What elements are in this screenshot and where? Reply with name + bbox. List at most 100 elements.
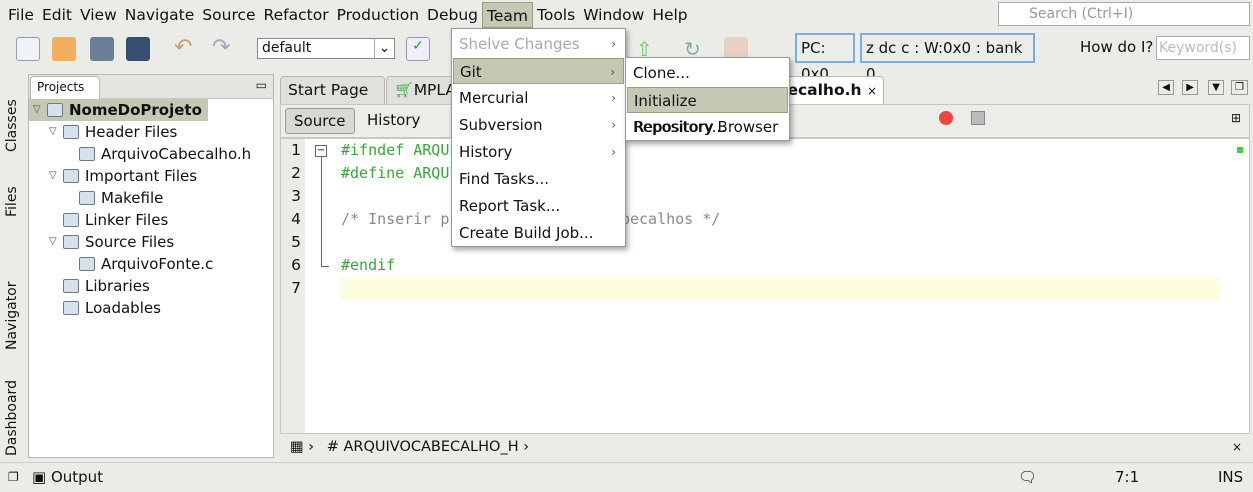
tree-item[interactable]: ▽ Important Files — [49, 165, 197, 187]
navigator-tab[interactable]: Navigator — [4, 281, 20, 350]
macro-icon: # — [326, 439, 339, 455]
menu-window[interactable]: Window — [579, 2, 648, 28]
menu-item-find-tasks[interactable]: Find Tasks... — [453, 166, 624, 192]
menu-production[interactable]: Production — [333, 2, 423, 28]
restore-icon[interactable]: ❐ — [1231, 80, 1248, 95]
menu-item-clone[interactable]: Clone... — [627, 60, 788, 86]
split-icon[interactable]: ⊞ — [1231, 111, 1241, 125]
menu-edit[interactable]: Edit — [38, 2, 76, 28]
menu-view[interactable]: View — [76, 2, 121, 28]
menu-item-label: Find Tasks... — [459, 170, 549, 188]
code-line: #endif — [341, 256, 396, 274]
expand-triangle-icon[interactable]: ▽ — [49, 165, 63, 187]
menu-item-initialize-repository[interactable]: Initialize Repository... — [627, 87, 788, 136]
redo-icon[interactable]: ↷ — [212, 37, 236, 61]
fold-line — [321, 157, 329, 267]
menu-item-mercurial[interactable]: Mercurial › — [453, 85, 624, 111]
dashboard-tab[interactable]: Dashboard — [4, 380, 20, 456]
stop-icon[interactable] — [971, 111, 985, 125]
build-icon[interactable]: ✓ — [406, 37, 430, 61]
folder-icon — [63, 301, 79, 315]
status-ok-marker — [1237, 147, 1243, 153]
menu-item-label: Git — [460, 63, 482, 81]
close-icon[interactable]: × — [1232, 436, 1242, 458]
fold-icon[interactable]: − — [315, 145, 327, 157]
expand-triangle-icon[interactable]: ▽ — [33, 99, 47, 121]
tree-item-label: Makefile — [101, 189, 164, 207]
source-button[interactable]: Source — [285, 108, 355, 134]
menu-debug[interactable]: Debug — [423, 2, 482, 28]
configuration-select[interactable]: default ⌄ — [257, 38, 395, 59]
menu-item-label: History — [459, 143, 513, 161]
scroll-left-icon[interactable]: ◀ — [1158, 80, 1174, 95]
menu-item-label: Clone... — [633, 64, 690, 82]
classes-tab[interactable]: Classes — [4, 99, 20, 152]
tree-item[interactable]: ArquivoCabecalho.h — [65, 143, 251, 165]
tree-item[interactable]: ▽ NomeDoProjeto — [29, 99, 208, 121]
menu-item-label: Create Build Job... — [459, 224, 594, 242]
record-icon[interactable] — [939, 111, 953, 125]
folder-icon — [63, 213, 79, 227]
menu-item-label: Repository Browser — [633, 118, 779, 136]
tree-item[interactable]: Linker Files — [49, 209, 168, 231]
menu-navigate[interactable]: Navigate — [121, 2, 199, 28]
files-tab[interactable]: Files — [4, 186, 20, 217]
tab-label: Start Page — [288, 81, 369, 99]
projects-tab-bar: Projects × ▭ — [29, 75, 273, 114]
restore-icon: ❐ — [8, 470, 19, 484]
folder-icon — [63, 279, 79, 293]
new-file-icon[interactable] — [16, 37, 40, 61]
notifications-icon[interactable]: 🗨︎ — [1018, 463, 1037, 491]
expand-triangle-icon[interactable]: ▽ — [49, 231, 63, 253]
undo-icon[interactable]: ↶ — [174, 37, 198, 61]
projects-tab[interactable]: Projects × — [30, 76, 100, 114]
line-number: 4 — [291, 210, 301, 228]
menu-file[interactable]: File — [4, 2, 38, 28]
tree-item[interactable]: ▽ Source Files — [49, 231, 174, 253]
tree-item[interactable]: ArquivoFonte.c — [65, 253, 213, 275]
history-button[interactable]: History — [367, 108, 420, 134]
output-tab[interactable]: ▣ Output — [32, 463, 103, 491]
tree-item-label: ArquivoFonte.c — [101, 255, 214, 273]
tree-item[interactable]: Loadables — [49, 297, 161, 319]
menu-item-shelve-changes[interactable]: Shelve Changes › — [453, 31, 624, 57]
tab-list-icon[interactable]: ▼ — [1208, 80, 1224, 95]
menu-item-history[interactable]: History › — [453, 139, 624, 165]
code-area[interactable]: 1234567 − #ifndef ARQUIVOCABECALHO_H#def… — [280, 138, 1250, 434]
menu-item-git[interactable]: Git › — [453, 58, 624, 84]
tree-item-label: Header Files — [85, 123, 178, 141]
open-project-icon[interactable] — [90, 37, 114, 61]
menu-item-label: Mercurial — [459, 89, 529, 107]
new-project-icon[interactable] — [52, 37, 76, 61]
menu-item-report-task[interactable]: Report Task... — [453, 193, 624, 219]
menu-tools[interactable]: Tools — [533, 2, 579, 28]
cursor-position: 7:1 — [1115, 468, 1140, 486]
menu-item-subversion[interactable]: Subversion › — [453, 112, 624, 138]
close-icon[interactable]: × — [867, 84, 877, 98]
menu-team[interactable]: Team — [482, 1, 533, 28]
menu-help[interactable]: Help — [648, 2, 691, 28]
menu-item-repository-browser[interactable]: Repository Browser — [627, 114, 788, 140]
menu-source[interactable]: Source — [198, 2, 259, 28]
save-all-icon[interactable] — [126, 37, 150, 61]
menu-refactor[interactable]: Refactor — [260, 2, 333, 28]
git-submenu: Clone... Initialize Repository... Reposito… — [625, 57, 790, 141]
minimize-icon[interactable]: ▭ — [256, 78, 267, 92]
search-input[interactable]: Search (Ctrl+I) — [998, 2, 1250, 26]
keyword-input[interactable]: Keyword(s) — [1156, 36, 1250, 60]
expand-triangle-icon[interactable]: ▽ — [49, 121, 63, 143]
line-number-gutter: 1 2 3 4 5 6 7 — [281, 139, 305, 433]
how-do-i-label: How do I? — [1080, 38, 1154, 56]
folder-icon — [63, 235, 79, 249]
file-icon — [79, 147, 95, 161]
scroll-right-icon[interactable]: ▶ — [1182, 80, 1198, 95]
tree-item[interactable]: Libraries — [49, 275, 150, 297]
line-number: 5 — [291, 233, 301, 251]
menu-item-create-build-job[interactable]: Create Build Job... — [453, 220, 624, 246]
folder-icon — [63, 169, 79, 183]
breadcrumb-item[interactable]: ARQUIVOCABECALHO_H — [343, 439, 518, 455]
tree-item-label: Loadables — [85, 299, 161, 317]
tree-item[interactable]: ▽ Header Files — [49, 121, 177, 143]
tab-start-page[interactable]: Start Page × — [280, 76, 385, 124]
tree-item[interactable]: Makefile — [65, 187, 163, 209]
